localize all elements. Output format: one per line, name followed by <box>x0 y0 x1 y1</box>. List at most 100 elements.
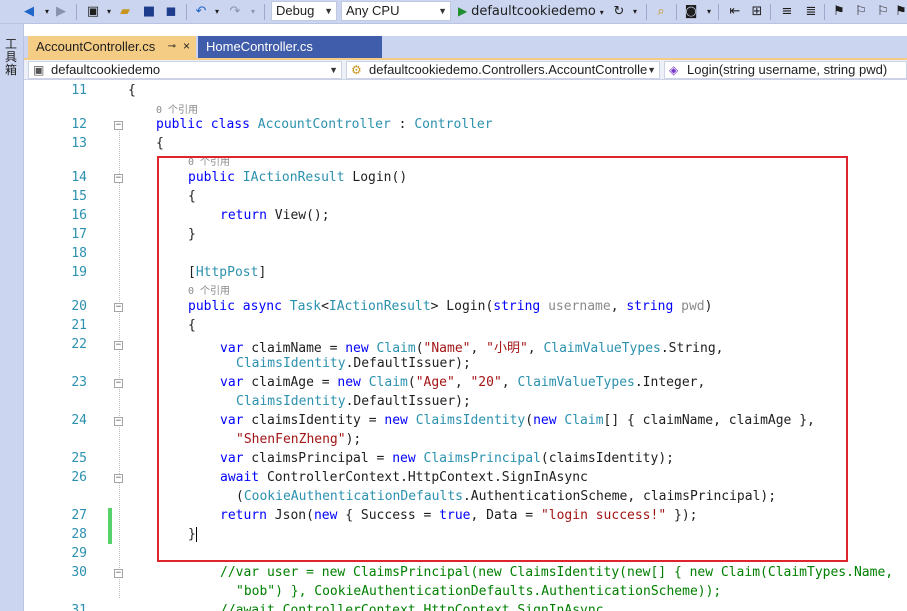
line-number: 18 <box>71 246 87 261</box>
chevron-down-icon[interactable]: ▾ <box>208 2 226 21</box>
solution-platform-select[interactable]: Any CPU ▼ <box>341 1 451 21</box>
line-number: 20 <box>71 299 87 314</box>
line-number: 25 <box>71 451 87 466</box>
browse-icon[interactable]: ⌕ <box>652 2 670 21</box>
toolbox-tab[interactable]: 工具箱 <box>5 38 19 77</box>
collapse-toggle[interactable]: − <box>114 569 123 578</box>
code-text: ClaimsIdentity.DefaultIssuer); <box>236 394 471 409</box>
step-icon[interactable]: ⇤ <box>726 2 744 21</box>
save-all-icon[interactable]: ◼ <box>162 2 180 21</box>
line-number: 13 <box>71 136 87 151</box>
reference-count-lens[interactable]: 0 个引用 <box>188 153 230 168</box>
tab-home-controller[interactable]: HomeController.cs <box>198 36 382 58</box>
class-icon: ⚙ <box>351 63 362 77</box>
code-editor[interactable]: 11 { 0 个引用 12 − public class AccountCont… <box>24 81 907 611</box>
line-number: 31 <box>71 603 87 611</box>
standard-toolbar: ◀ ▾ ▶ ▣ ▾ ▰ ■ ◼ ↶ ▾ ↷ ▾ Debug ▼ Any CPU … <box>0 0 907 24</box>
format-icon[interactable]: ⊞ <box>748 2 766 21</box>
tab-label: AccountController.cs <box>36 39 156 54</box>
project-icon: ▣ <box>33 63 45 77</box>
member-label: Login(string username, string pwd) <box>687 62 888 77</box>
open-file-icon[interactable]: ▰ <box>116 2 134 21</box>
collapse-toggle[interactable]: − <box>114 474 123 483</box>
code-text: public async Task<IActionResult> Login(s… <box>188 299 713 314</box>
code-text: var claimName = new Claim("Name", "小明", … <box>220 341 724 356</box>
code-text: } <box>188 527 197 542</box>
toolbox-strip: 工具箱 <box>0 24 24 611</box>
collapse-toggle[interactable]: − <box>114 303 123 312</box>
chevron-down-icon: ▼ <box>438 6 447 16</box>
project-dropdown[interactable]: ▣ defaultcookiedemo ▼ <box>28 61 342 79</box>
line-number: 17 <box>71 227 87 242</box>
start-debugging-button[interactable]: ▶ defaultcookiedemo ▾ <box>458 2 608 21</box>
line-number: 21 <box>71 318 87 333</box>
reference-count-lens[interactable]: 0 个引用 <box>188 282 230 297</box>
code-comment: //var user = new ClaimsPrincipal(new Cla… <box>220 565 894 580</box>
member-dropdown[interactable]: ◈ Login(string username, string pwd) <box>664 61 907 79</box>
code-text: { <box>128 83 136 98</box>
screenshot-icon[interactable]: ◙ <box>682 2 700 21</box>
line-number: 28 <box>71 527 87 542</box>
line-number: 14 <box>71 170 87 185</box>
forward-icon[interactable]: ▶ <box>52 2 70 21</box>
tab-label: HomeController.cs <box>206 39 313 54</box>
document-tab-bar: AccountController.cs ⊸ × HomeController.… <box>24 36 907 58</box>
code-text: var claimsIdentity = new ClaimsIdentity(… <box>220 413 815 428</box>
code-text: public class AccountController : Control… <box>156 117 493 132</box>
comment-icon[interactable]: ≡ <box>778 2 796 21</box>
code-comment: "bob") }, CookieAuthenticationDefaults.A… <box>236 584 722 599</box>
start-target-label: defaultcookiedemo <box>471 4 596 19</box>
reference-count-lens[interactable]: 0 个引用 <box>156 101 198 116</box>
line-number: 30 <box>71 565 87 580</box>
outline-guide <box>119 128 120 598</box>
configuration-value: Debug <box>276 3 315 18</box>
line-number: 22 <box>71 337 87 352</box>
line-number: 16 <box>71 208 87 223</box>
play-icon: ▶ <box>458 4 468 18</box>
solution-configuration-select[interactable]: Debug ▼ <box>271 1 337 21</box>
type-dropdown[interactable]: ⚙ defaultcookiedemo.Controllers.AccountC… <box>346 61 660 79</box>
navigation-bar: ▣ defaultcookiedemo ▼ ⚙ defaultcookiedem… <box>24 60 907 80</box>
collapse-toggle[interactable]: − <box>114 174 123 183</box>
code-text: await ControllerContext.HttpContext.Sign… <box>220 470 588 485</box>
chevron-down-icon: ▼ <box>647 65 656 75</box>
platform-value: Any CPU <box>346 3 400 18</box>
line-number: 11 <box>71 83 87 98</box>
change-indicator <box>108 508 112 544</box>
collapse-toggle[interactable]: − <box>114 379 123 388</box>
method-icon: ◈ <box>669 63 679 77</box>
code-text: { <box>188 318 196 333</box>
code-text: (CookieAuthenticationDefaults.Authentica… <box>236 489 777 504</box>
code-text: { <box>156 136 164 151</box>
collapse-toggle[interactable]: − <box>114 121 123 130</box>
save-icon[interactable]: ■ <box>140 2 158 21</box>
chevron-down-icon[interactable]: ▾ <box>700 2 718 21</box>
chevron-down-icon[interactable]: ▾ <box>626 2 644 21</box>
line-number: 27 <box>71 508 87 523</box>
chevron-down-icon: ▼ <box>329 65 338 75</box>
prev-bookmark-icon[interactable]: ⚐ <box>852 2 870 21</box>
next-bookmark-icon[interactable]: ⚐ <box>874 2 892 21</box>
bookmark-icon[interactable]: ⚑ <box>830 2 848 21</box>
type-label: defaultcookiedemo.Controllers.AccountCon… <box>369 62 648 77</box>
line-number: 24 <box>71 413 87 428</box>
close-icon[interactable]: × <box>183 36 190 57</box>
code-text: { <box>188 189 196 204</box>
code-text: var claimAge = new Claim("Age", "20", Cl… <box>220 375 706 390</box>
code-text: public IActionResult Login() <box>188 170 408 185</box>
collapse-toggle[interactable]: − <box>114 417 123 426</box>
collapse-toggle[interactable]: − <box>114 341 123 350</box>
uncomment-icon[interactable]: ≣ <box>802 2 820 21</box>
code-text: var claimsPrincipal = new ClaimsPrincipa… <box>220 451 674 466</box>
code-text: return View(); <box>220 208 330 223</box>
line-number: 12 <box>71 117 87 132</box>
tab-account-controller[interactable]: AccountController.cs ⊸ × <box>28 36 196 58</box>
redo-icon[interactable]: ↷ <box>226 2 244 21</box>
chevron-down-icon[interactable]: ▾ <box>244 2 262 21</box>
clear-bookmark-icon[interactable]: ⚑ <box>892 2 907 21</box>
visual-studio-window: ◀ ▾ ▶ ▣ ▾ ▰ ■ ◼ ↶ ▾ ↷ ▾ Debug ▼ Any CPU … <box>0 0 907 611</box>
code-text: ClaimsIdentity.DefaultIssuer); <box>236 356 471 371</box>
line-number: 26 <box>71 470 87 485</box>
back-icon[interactable]: ◀ <box>20 2 38 21</box>
pin-icon[interactable]: ⊸ <box>168 36 176 57</box>
